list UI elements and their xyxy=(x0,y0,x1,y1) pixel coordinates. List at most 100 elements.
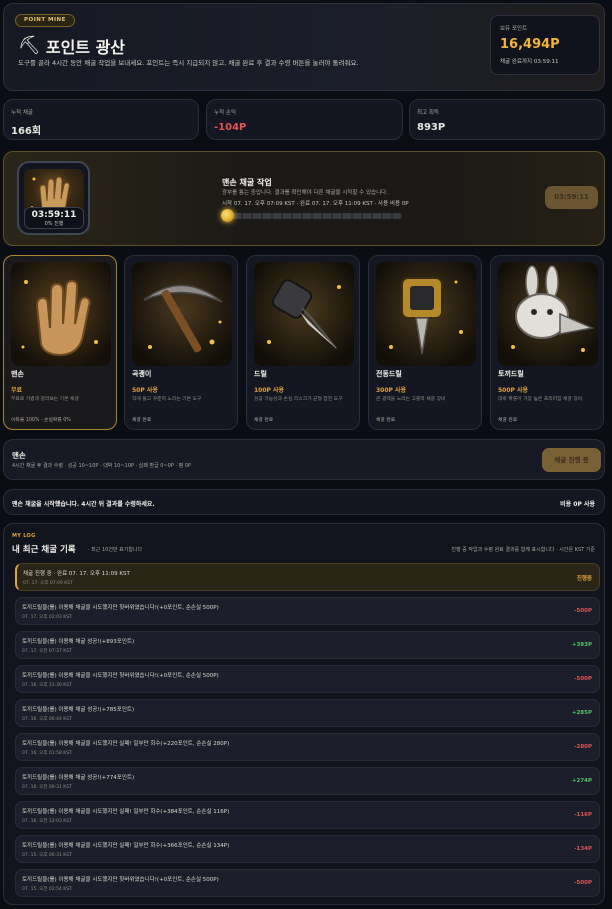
log-row-text: 토끼드릴을(를) 이용해 채굴 성공!(+785포인트) xyxy=(22,707,135,713)
log-row-time: 07. 16. 오후 11:30 KST xyxy=(22,683,72,688)
tool-price: 300P 사용 xyxy=(376,387,407,394)
tool-price: 무료 xyxy=(11,387,23,394)
log-row: 채굴 진행 중 · 완료 07. 17. 오후 11:09 KST 07. 17… xyxy=(15,563,600,591)
header-panel: POINT MINE ⛏ 포인트 광산 도구를 골라 4시간 동안 채굴 작업을… xyxy=(3,3,605,91)
log-row: 토끼드릴을(를) 이용해 채굴을 시도했지만 헛바위였습니다!(+0포인트, 순… xyxy=(15,869,600,897)
notice-cost: 비용 0P 사용 xyxy=(560,501,595,508)
stat-value: 166회 xyxy=(11,126,42,137)
active-time-range: 시작 07. 17. 오후 07:09 KST · 완료 07. 17. 오후 … xyxy=(222,201,409,207)
log-row-amount: +285P xyxy=(571,710,592,716)
log-row-time: 07. 16. 오전 12:03 KST xyxy=(22,819,72,824)
tool-name: 드릴 xyxy=(254,370,267,378)
power-drill-image xyxy=(376,262,476,366)
log-row: 토끼드릴을(를) 이용해 채굴 성공!(+893포인트) 07. 17. 오전 … xyxy=(15,631,600,659)
log-row-text: 토끼드릴을(를) 이용해 채굴을 시도했지만 실패! 일부만 회수(+366포인… xyxy=(22,843,230,849)
stat-label: 누적 채굴 xyxy=(11,110,33,116)
log-row-time: 07. 16. 오후 06:44 KST xyxy=(22,717,72,722)
log-row-time: 07. 16. 오전 09:31 KST xyxy=(22,785,72,790)
tool-description: 성공 가능성과 손실 리스크가 균형 잡힌 도구 xyxy=(254,397,343,402)
log-row-text: 토끼드릴을(를) 이용해 채굴을 시도했지만 헛바위였습니다!(+0포인트, 순… xyxy=(22,673,219,679)
progress-label: 0% 진행 xyxy=(44,221,64,227)
title-row: ⛏ 포인트 광산 xyxy=(18,34,125,58)
selected-tool-detail: 4시간 채굴 후 결과 수령 · 성공 10~10P · 대박 10~10P ·… xyxy=(12,463,191,469)
progress-track xyxy=(223,213,402,219)
active-subtitle: 광부를 통는 중입니다. 결과를 확인해야 다른 채굴을 시작할 수 있습니다. xyxy=(222,190,388,196)
tool-footer: 아득율 100% · 손실확률 0% xyxy=(11,418,71,423)
tool-price: 50P 사용 xyxy=(132,387,158,394)
pickaxe-icon: ⛏ xyxy=(18,35,41,56)
tool-card-rabbit-drill[interactable]: 토끼드릴 500P 사용 대박 확률이 가장 높은 프리미엄 채굴 장비 채굴 … xyxy=(490,255,604,430)
stat-card-best-gain: 최고 획득 893P xyxy=(409,99,605,140)
stat-card-total-mines: 누적 채굴 166회 xyxy=(3,99,199,140)
balance-value: 16,494P xyxy=(500,37,560,52)
log-title: 내 최근 채굴 기록 xyxy=(12,545,76,555)
balance-label: 보유 포인트 xyxy=(500,26,528,32)
log-row: 토끼드릴을(를) 이용해 채굴 성공!(+774포인트) 07. 16. 오전 … xyxy=(15,767,600,795)
log-row-time: 07. 15. 오전 02:54 KST xyxy=(22,887,72,892)
progress-indicator xyxy=(220,209,234,222)
tool-name: 전동드릴 xyxy=(376,370,402,378)
log-row-amount: -116P xyxy=(574,812,592,818)
stat-card-total-profit: 누적 손익 -104P xyxy=(206,99,403,140)
gloves-image xyxy=(11,262,111,366)
rabbit-drill-image xyxy=(498,262,598,366)
log-row-amount: -500P xyxy=(574,676,592,682)
log-row-text: 토끼드릴을(를) 이용해 채굴 성공!(+774포인트) xyxy=(22,775,135,781)
log-row-text: 토끼드릴을(를) 이용해 채굴 성공!(+893포인트) xyxy=(22,639,135,645)
log-row: 토끼드릴을(를) 이용해 채굴 성공!(+785포인트) 07. 16. 오후 … xyxy=(15,699,600,727)
log-row-amount: +393P xyxy=(571,642,592,648)
log-row: 토끼드릴을(를) 이용해 채굴을 시도했지만 실패! 일부만 회수(+220포인… xyxy=(15,733,600,761)
stat-value: -104P xyxy=(214,122,247,133)
tool-price: 100P 사용 xyxy=(254,387,285,394)
balance-sub: 채굴 완료까지 03:59:11 xyxy=(500,59,559,65)
mining-in-progress-button[interactable]: 채굴 진행 중 xyxy=(542,448,601,472)
tool-card-pickaxe[interactable]: 곡괭이 50P 사용 작게 들고 꾸준히 노리는 기본 도구 채굴 완료 xyxy=(124,255,238,430)
tool-name: 곡괭이 xyxy=(132,370,152,378)
tool-card-hands[interactable]: 맨손 무료 무료로 가볍게 굴러보는 기본 채굴 아득율 100% · 손실확률… xyxy=(3,255,117,430)
tool-card-power-drill[interactable]: 전동드릴 300P 사용 큰 광맥을 노리는 고출력 채굴 장비 채굴 완료 xyxy=(368,255,482,430)
active-tool-thumbnail: 03:59:11 0% 진행 xyxy=(17,161,90,235)
timer-text: 03:59:11 xyxy=(31,210,77,220)
tool-footer: 채굴 완료 xyxy=(132,418,152,423)
tool-footer: 채굴 완료 xyxy=(498,418,518,423)
tool-footer: 채굴 완료 xyxy=(376,418,396,423)
log-subtitle: · 최근 10건만 표기합니다 xyxy=(88,547,143,553)
log-row-time: 07. 17. 오후 02:03 KST xyxy=(22,615,72,620)
log-row-amount: -280P xyxy=(574,744,592,750)
notice-message: 맨손 채굴을 시작했습니다. 4시간 뒤 결과를 수령하세요. xyxy=(12,501,155,508)
selected-tool-bar: 맨손 4시간 채굴 후 결과 수령 · 성공 10~10P · 대박 10~10… xyxy=(3,439,605,480)
tool-name: 토끼드릴 xyxy=(498,370,524,378)
tool-name: 맨손 xyxy=(11,370,24,378)
tool-description: 무료로 가볍게 굴러보는 기본 채굴 xyxy=(11,397,79,402)
pickaxe-image xyxy=(132,262,232,366)
log-row-text: 채굴 진행 중 · 완료 07. 17. 오후 11:09 KST xyxy=(23,571,130,577)
page-description: 도구를 골라 4시간 동안 채굴 작업을 보내세요. 포인트는 즉시 지급되지 … xyxy=(18,59,359,67)
timer-pill: 03:59:11 0% 진행 xyxy=(24,207,84,229)
active-title: 맨손 채굴 작업 xyxy=(222,178,272,187)
log-badge: MY LOG xyxy=(12,533,36,539)
log-row-text: 토끼드릴을(를) 이용해 채굴을 시도했지만 실패! 일부만 회수(+384포인… xyxy=(22,809,230,815)
log-row: 토끼드릴을(를) 이용해 채굴을 시도했지만 실패! 일부만 회수(+366포인… xyxy=(15,835,600,863)
point-mine-badge: POINT MINE xyxy=(15,14,75,27)
tool-price: 500P 사용 xyxy=(498,387,529,394)
claim-countdown-button[interactable]: 03:59:11 xyxy=(545,186,598,209)
log-row-time: 07. 15. 오후 06:31 KST xyxy=(22,853,72,858)
tool-card-drill[interactable]: 드릴 100P 사용 성공 가능성과 손실 리스크가 균형 잡힌 도구 채굴 완… xyxy=(246,255,360,430)
stat-label: 최고 획득 xyxy=(417,110,439,116)
balance-box: 보유 포인트 16,494P 채굴 완료까지 03:59:11 xyxy=(490,15,600,75)
log-row-amount: +274P xyxy=(571,778,592,784)
log-row: 토끼드릴을(를) 이용해 채굴을 시도했지만 헛바위였습니다!(+0포인트, 순… xyxy=(15,597,600,625)
stat-value: 893P xyxy=(417,122,446,133)
selected-tool-name: 맨손 xyxy=(12,451,26,460)
notice-bar: 맨손 채굴을 시작했습니다. 4시간 뒤 결과를 수령하세요. 비용 0P 사용 xyxy=(3,489,605,515)
log-row-amount: 진행중 xyxy=(576,576,592,582)
log-row: 토끼드릴을(를) 이용해 채굴을 시도했지만 실패! 일부만 회수(+384포인… xyxy=(15,801,600,829)
tool-description: 대박 확률이 가장 높은 프리미엄 채굴 장비 xyxy=(498,397,583,402)
log-row-amount: -134P xyxy=(574,846,592,852)
log-row-time: 07. 17. 오전 07:37 KST xyxy=(22,649,72,654)
log-note: 진행 중 작업과 수령 완료 결과를 함께 표시합니다 · 시간은 KST 기준 xyxy=(451,547,595,553)
log-row-time: 07. 16. 오후 01:58 KST xyxy=(22,751,72,756)
tool-description: 작게 들고 꾸준히 노리는 기본 도구 xyxy=(132,397,202,402)
tool-description: 큰 광맥을 노리는 고출력 채굴 장비 xyxy=(376,397,446,402)
tool-footer: 채굴 완료 xyxy=(254,418,274,423)
